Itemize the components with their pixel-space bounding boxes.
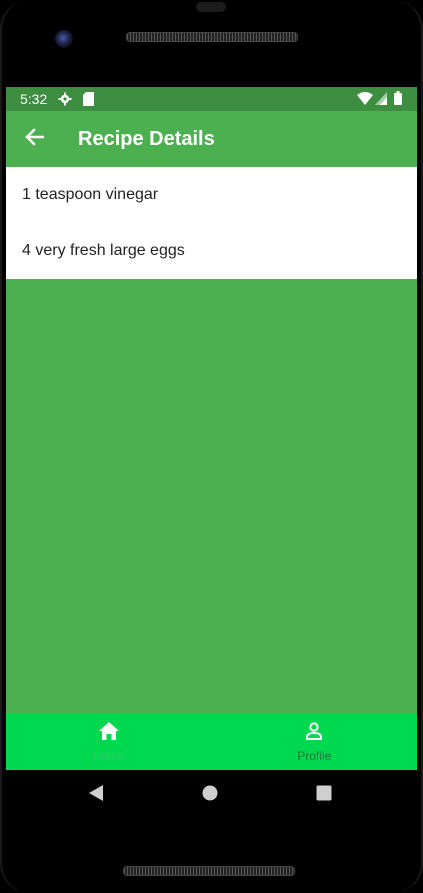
nav-item-profile[interactable]: Profile	[212, 714, 418, 770]
back-button[interactable]	[20, 125, 48, 153]
nav-item-home[interactable]: Home	[6, 714, 212, 770]
list-item[interactable]: 1 teaspoon vinegar	[6, 167, 417, 223]
top-notch	[196, 2, 226, 12]
top-speaker	[126, 32, 298, 42]
list-item[interactable]: 4 very fresh large eggs	[6, 223, 417, 279]
settings-icon	[58, 92, 72, 109]
status-time: 5:32	[20, 91, 48, 107]
nav-label-profile: Profile	[297, 749, 332, 763]
bottom-navigation: Home Profile	[6, 714, 417, 770]
nav-label-home: Home	[92, 749, 125, 763]
system-navigation-bar	[6, 770, 417, 818]
sd-card-icon	[83, 92, 94, 109]
home-circle-icon[interactable]	[202, 785, 218, 806]
arrow-back-icon	[24, 127, 45, 151]
back-triangle-icon[interactable]	[88, 784, 104, 807]
app-bar: Recipe Details	[6, 111, 417, 167]
front-camera	[55, 30, 73, 48]
battery-icon	[394, 91, 402, 108]
signal-icon	[375, 92, 387, 108]
app-screen: 5:32 Recipe Details 1 teaspoon vinegar 4…	[6, 87, 417, 770]
recents-square-icon[interactable]	[316, 785, 332, 806]
wifi-icon	[357, 92, 373, 108]
status-bar: 5:32	[6, 87, 417, 111]
ingredient-list: 1 teaspoon vinegar 4 very fresh large eg…	[6, 167, 417, 279]
device-frame: 5:32 Recipe Details 1 teaspoon vinegar 4…	[0, 0, 423, 893]
home-icon	[98, 721, 120, 746]
page-title: Recipe Details	[78, 128, 215, 150]
bottom-speaker	[123, 866, 295, 876]
profile-icon	[304, 721, 324, 746]
